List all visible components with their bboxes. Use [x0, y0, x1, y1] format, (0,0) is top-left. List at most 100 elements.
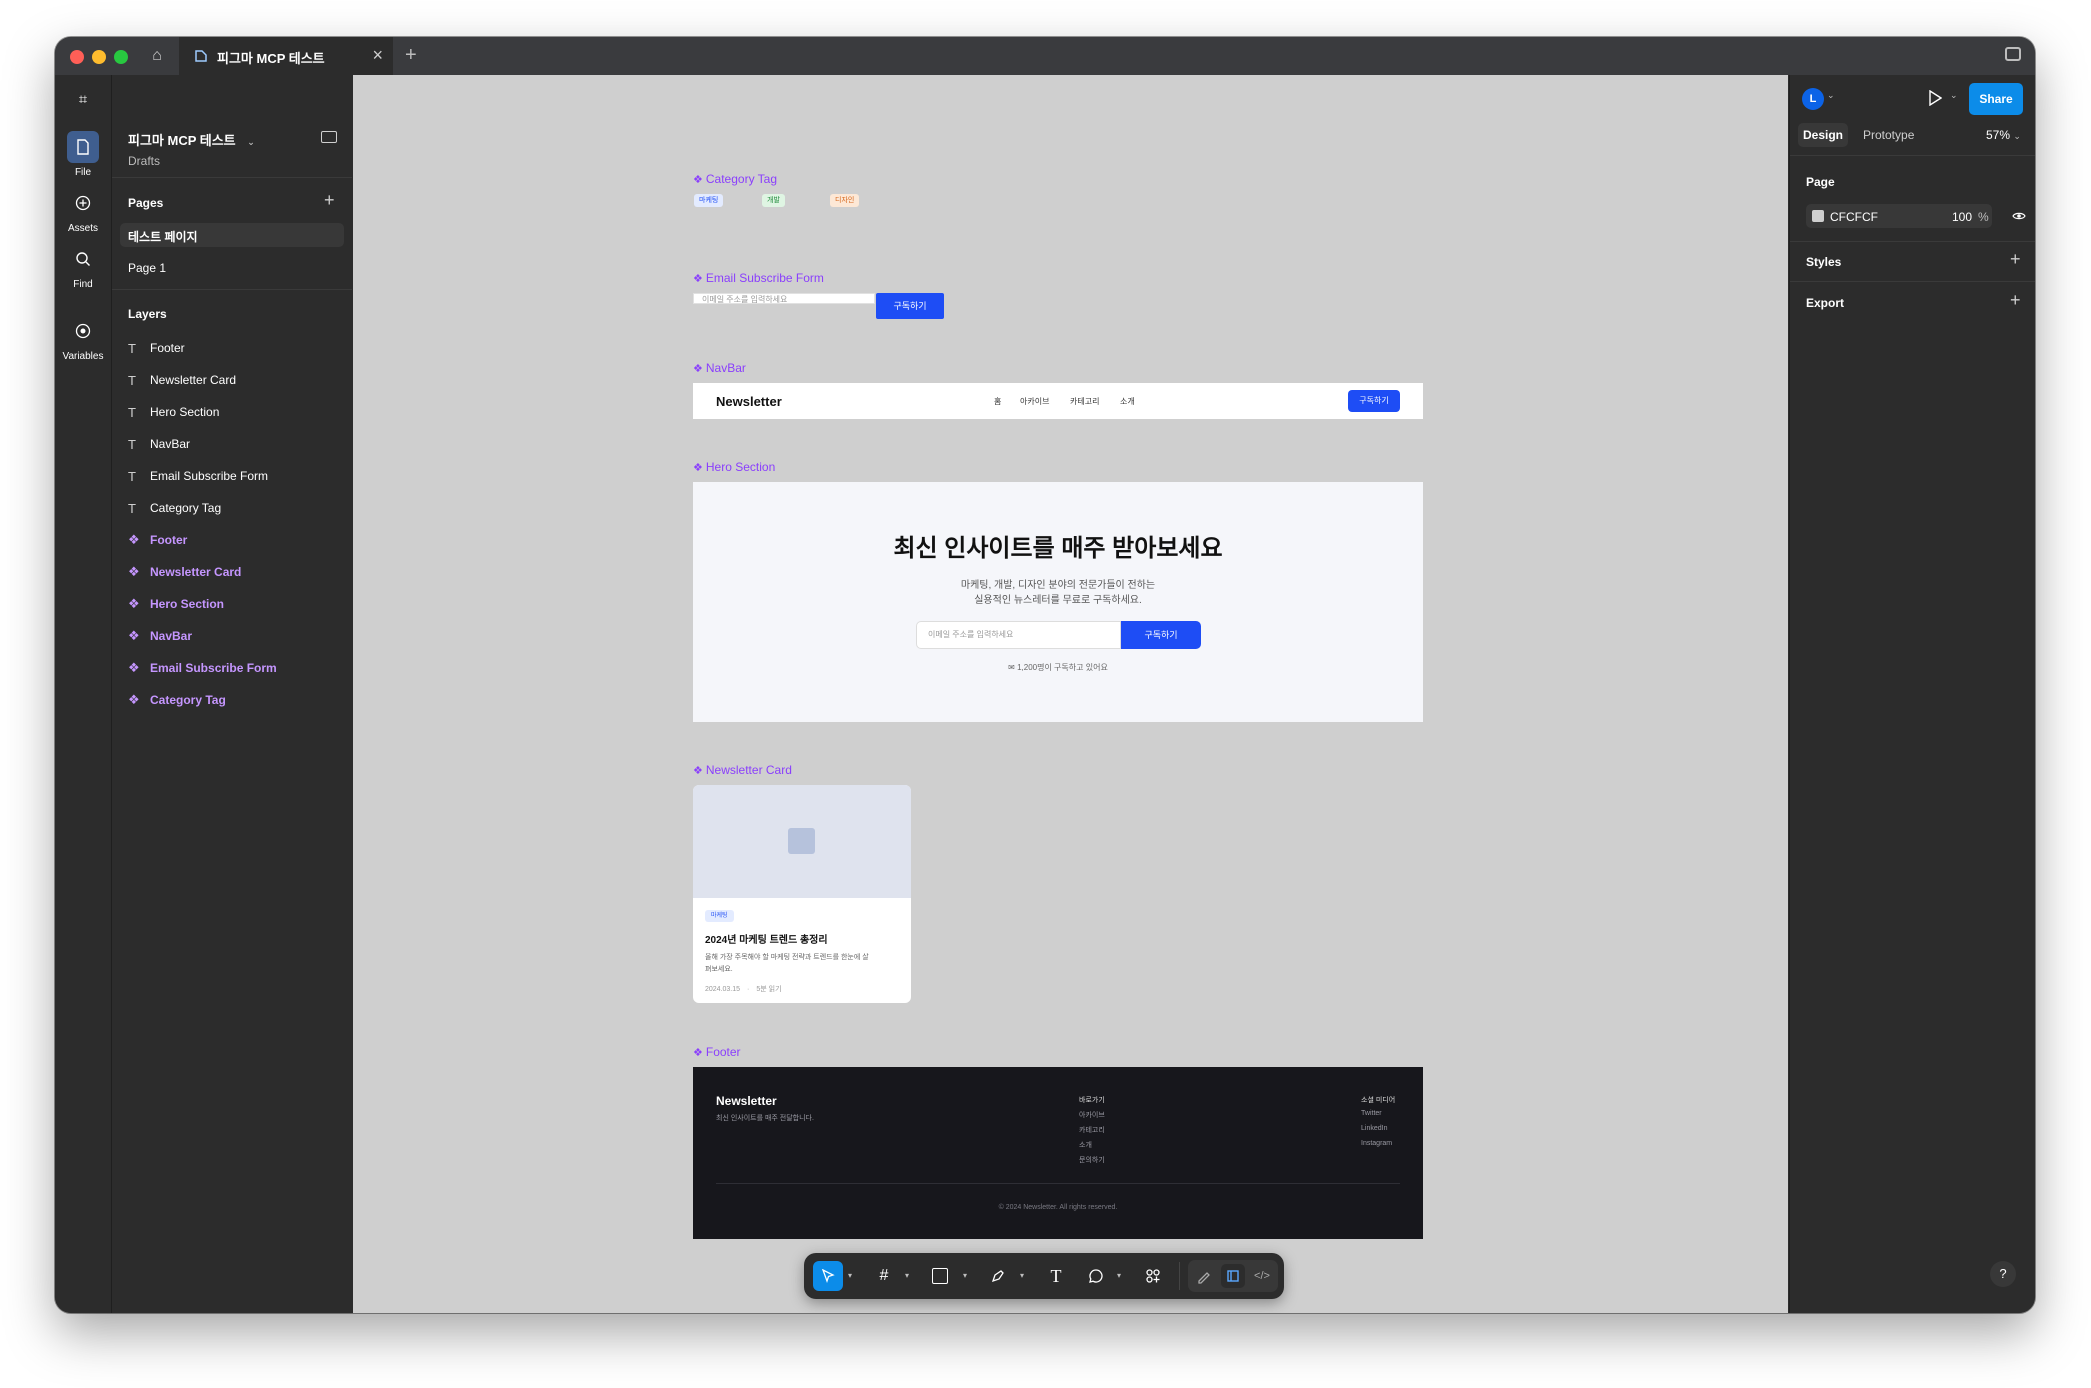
navbar-link-about[interactable]: 소개 — [1120, 396, 1135, 407]
footer-link[interactable]: 소개 — [1079, 1140, 1092, 1150]
new-tab-icon[interactable]: + — [405, 44, 417, 67]
email-form-subscribe-button[interactable]: 구독하기 — [876, 293, 944, 319]
chevron-down-icon[interactable]: ▾ — [963, 1271, 967, 1280]
design-canvas[interactable]: ❖ Category Tag 마케팅 개발 디자인 ❖ Email Subscrib… — [353, 75, 1788, 1313]
category-tag-dev[interactable]: 개발 — [762, 194, 785, 207]
page-color-swatch[interactable] — [1812, 210, 1824, 222]
frame-label-category-tag[interactable]: ❖ Category Tag — [693, 172, 777, 186]
layer-item[interactable]: T Hero Section — [128, 402, 219, 422]
panel-toggle-icon[interactable] — [321, 131, 337, 143]
add-page-icon[interactable]: + — [324, 190, 335, 211]
page-item[interactable]: Page 1 — [128, 261, 166, 275]
component-layer-item[interactable]: ❖ NavBar — [128, 626, 192, 646]
chevron-down-icon[interactable]: ▾ — [1117, 1271, 1121, 1280]
frame-label-footer[interactable]: ❖ Footer — [693, 1045, 741, 1059]
newsletter-card[interactable]: 마케팅 2024년 마케팅 트렌드 총정리 올해 가장 주목해야 할 마케팅 전… — [693, 785, 911, 1003]
close-tab-icon[interactable]: × — [372, 45, 383, 66]
dev-mode-icon[interactable]: </> — [1250, 1264, 1274, 1288]
frame-label-card[interactable]: ❖ Newsletter Card — [693, 763, 792, 777]
frame-tool-icon[interactable]: # — [872, 1264, 896, 1288]
chevron-down-icon: ⌄ — [2013, 131, 2021, 141]
rectangle-tool[interactable] — [928, 1264, 952, 1288]
page-color-hex: CFCFCF — [1830, 210, 1878, 224]
draw-mode-icon[interactable] — [1192, 1264, 1216, 1288]
chevron-down-icon[interactable]: ▾ — [1020, 1271, 1024, 1280]
home-icon[interactable]: ⌂ — [147, 46, 167, 66]
rail-file[interactable]: File — [55, 131, 111, 178]
page-item-selected[interactable]: 테스트 페이지 — [120, 223, 344, 247]
footer-link[interactable]: 카테고리 — [1079, 1125, 1105, 1135]
navbar-subscribe-button[interactable]: 구독하기 — [1348, 390, 1400, 412]
rail-assets[interactable]: Assets — [55, 187, 111, 234]
component-icon: ❖ — [128, 532, 140, 547]
rail-find[interactable]: Find — [55, 243, 111, 290]
card-thumbnail — [693, 785, 911, 898]
file-tab[interactable]: 피그마 MCP 테스트 × — [179, 37, 393, 75]
add-export-icon[interactable]: + — [2010, 290, 2021, 311]
card-title: 2024년 마케팅 트렌드 총정리 — [705, 935, 828, 946]
text-tool-icon[interactable]: T — [1044, 1264, 1068, 1288]
rail-variables[interactable]: Variables — [55, 315, 111, 362]
frame-label-navbar[interactable]: ❖ NavBar — [693, 361, 746, 375]
hero-frame[interactable]: 최신 인사이트를 매주 받아보세요 마케팅, 개발, 디자인 분야의 전문가들이… — [693, 482, 1423, 722]
footer-frame[interactable]: Newsletter 최신 인사이트를 매주 전달합니다. 바로가기 아카이브 … — [693, 1067, 1423, 1239]
figma-window: ⌂ 피그마 MCP 테스트 × + ⌗ File Assets Find Var… — [55, 37, 2035, 1313]
pen-tool[interactable] — [986, 1264, 1010, 1288]
actions-tool[interactable] — [1141, 1264, 1165, 1288]
tab-prototype[interactable]: Prototype — [1863, 128, 1914, 142]
frame-label-hero[interactable]: ❖ Hero Section — [693, 460, 775, 474]
page-color-field[interactable]: CFCFCF 100 % — [1806, 204, 1992, 228]
chevron-down-icon[interactable]: ▾ — [848, 1271, 852, 1280]
navbar-frame[interactable]: Newsletter 홈 아카이브 카테고리 소개 구독하기 — [693, 383, 1423, 419]
eye-icon[interactable] — [2012, 210, 2026, 222]
component-layer-item[interactable]: ❖ Newsletter Card — [128, 562, 241, 582]
navbar-link-archive[interactable]: 아카이브 — [1020, 396, 1049, 407]
hero-email-input[interactable]: 이메일 주소를 입력하세요 — [916, 621, 1121, 649]
component-layer-item[interactable]: ❖ Footer — [128, 530, 187, 550]
navbar-link-home[interactable]: 홈 — [994, 396, 1001, 407]
layer-item[interactable]: T Newsletter Card — [128, 370, 236, 390]
chevron-down-icon[interactable]: ⌄ — [1950, 90, 1958, 101]
category-tag-marketing[interactable]: 마케팅 — [694, 194, 724, 207]
share-button[interactable]: Share — [1969, 83, 2023, 115]
footer-social-link[interactable]: Instagram — [1361, 1140, 1392, 1147]
layer-item[interactable]: T Email Subscribe Form — [128, 466, 268, 486]
bottom-toolbar: ▾ # ▾ ▾ ▾ T ▾ </> — [804, 1253, 1284, 1299]
chevron-down-icon[interactable]: ⌄ — [1827, 90, 1835, 101]
email-form-input[interactable]: 이메일 주소를 입력하세요 — [693, 293, 875, 304]
component-icon: ❖ — [693, 1046, 703, 1059]
footer-social-link[interactable]: Twitter — [1361, 1110, 1382, 1117]
component-icon: ❖ — [128, 692, 140, 707]
chevron-down-icon[interactable]: ▾ — [905, 1271, 909, 1280]
frame-label-email-form[interactable]: ❖ Email Subscribe Form — [693, 271, 824, 285]
component-layer-item[interactable]: ❖ Category Tag — [128, 690, 226, 710]
sidebar-toggle-icon[interactable] — [2005, 47, 2021, 61]
minimize-window-button[interactable] — [92, 50, 106, 64]
category-tag-design[interactable]: 디자인 — [830, 194, 860, 207]
design-mode-icon[interactable] — [1221, 1264, 1245, 1288]
zoom-menu[interactable]: 57% ⌄ — [1986, 128, 2021, 142]
layer-item[interactable]: T NavBar — [128, 434, 190, 454]
layer-item[interactable]: T Footer — [128, 338, 185, 358]
footer-link[interactable]: 문의하기 — [1079, 1155, 1105, 1165]
footer-link[interactable]: 아카이브 — [1079, 1110, 1105, 1120]
play-icon[interactable] — [1928, 90, 1942, 106]
tab-design[interactable]: Design — [1798, 123, 1848, 147]
hero-subscribe-button[interactable]: 구독하기 — [1121, 621, 1201, 649]
page-opacity-unit: % — [1978, 210, 1989, 224]
close-window-button[interactable] — [70, 50, 84, 64]
move-tool[interactable] — [813, 1261, 843, 1291]
maximize-window-button[interactable] — [114, 50, 128, 64]
comment-tool[interactable] — [1084, 1264, 1108, 1288]
file-name-menu[interactable]: 피그마 MCP 테스트 ⌄ — [128, 130, 255, 149]
figma-menu-icon[interactable]: ⌗ — [72, 91, 94, 111]
file-tab-icon — [195, 50, 207, 62]
component-layer-item[interactable]: ❖ Email Subscribe Form — [128, 658, 277, 678]
help-button[interactable]: ? — [1990, 1261, 2016, 1287]
footer-social-link[interactable]: LinkedIn — [1361, 1125, 1387, 1132]
component-layer-item[interactable]: ❖ Hero Section — [128, 594, 224, 614]
layer-item[interactable]: T Category Tag — [128, 498, 221, 518]
user-avatar[interactable]: L — [1802, 88, 1824, 110]
navbar-link-category[interactable]: 카테고리 — [1070, 396, 1099, 407]
add-style-icon[interactable]: + — [2010, 249, 2021, 270]
